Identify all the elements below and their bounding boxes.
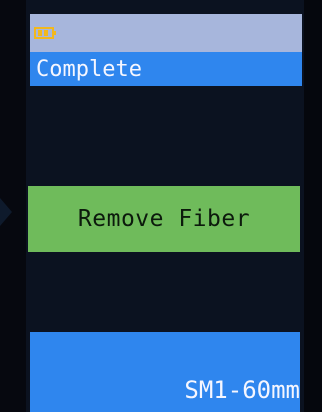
program-label: SM1-60mm xyxy=(184,376,300,404)
status-bar: Complete xyxy=(30,52,302,86)
right-bezel xyxy=(304,0,322,412)
device-screen: Complete Remove Fiber SM1-60mm xyxy=(0,0,322,412)
message-box: Remove Fiber xyxy=(28,186,300,252)
program-box: SM1-60mm xyxy=(30,332,300,412)
battery-icon xyxy=(34,22,60,44)
header-strip xyxy=(30,14,302,52)
message-label: Remove Fiber xyxy=(77,206,251,232)
status-label: Complete xyxy=(36,56,142,82)
left-arrow-icon xyxy=(0,198,12,226)
